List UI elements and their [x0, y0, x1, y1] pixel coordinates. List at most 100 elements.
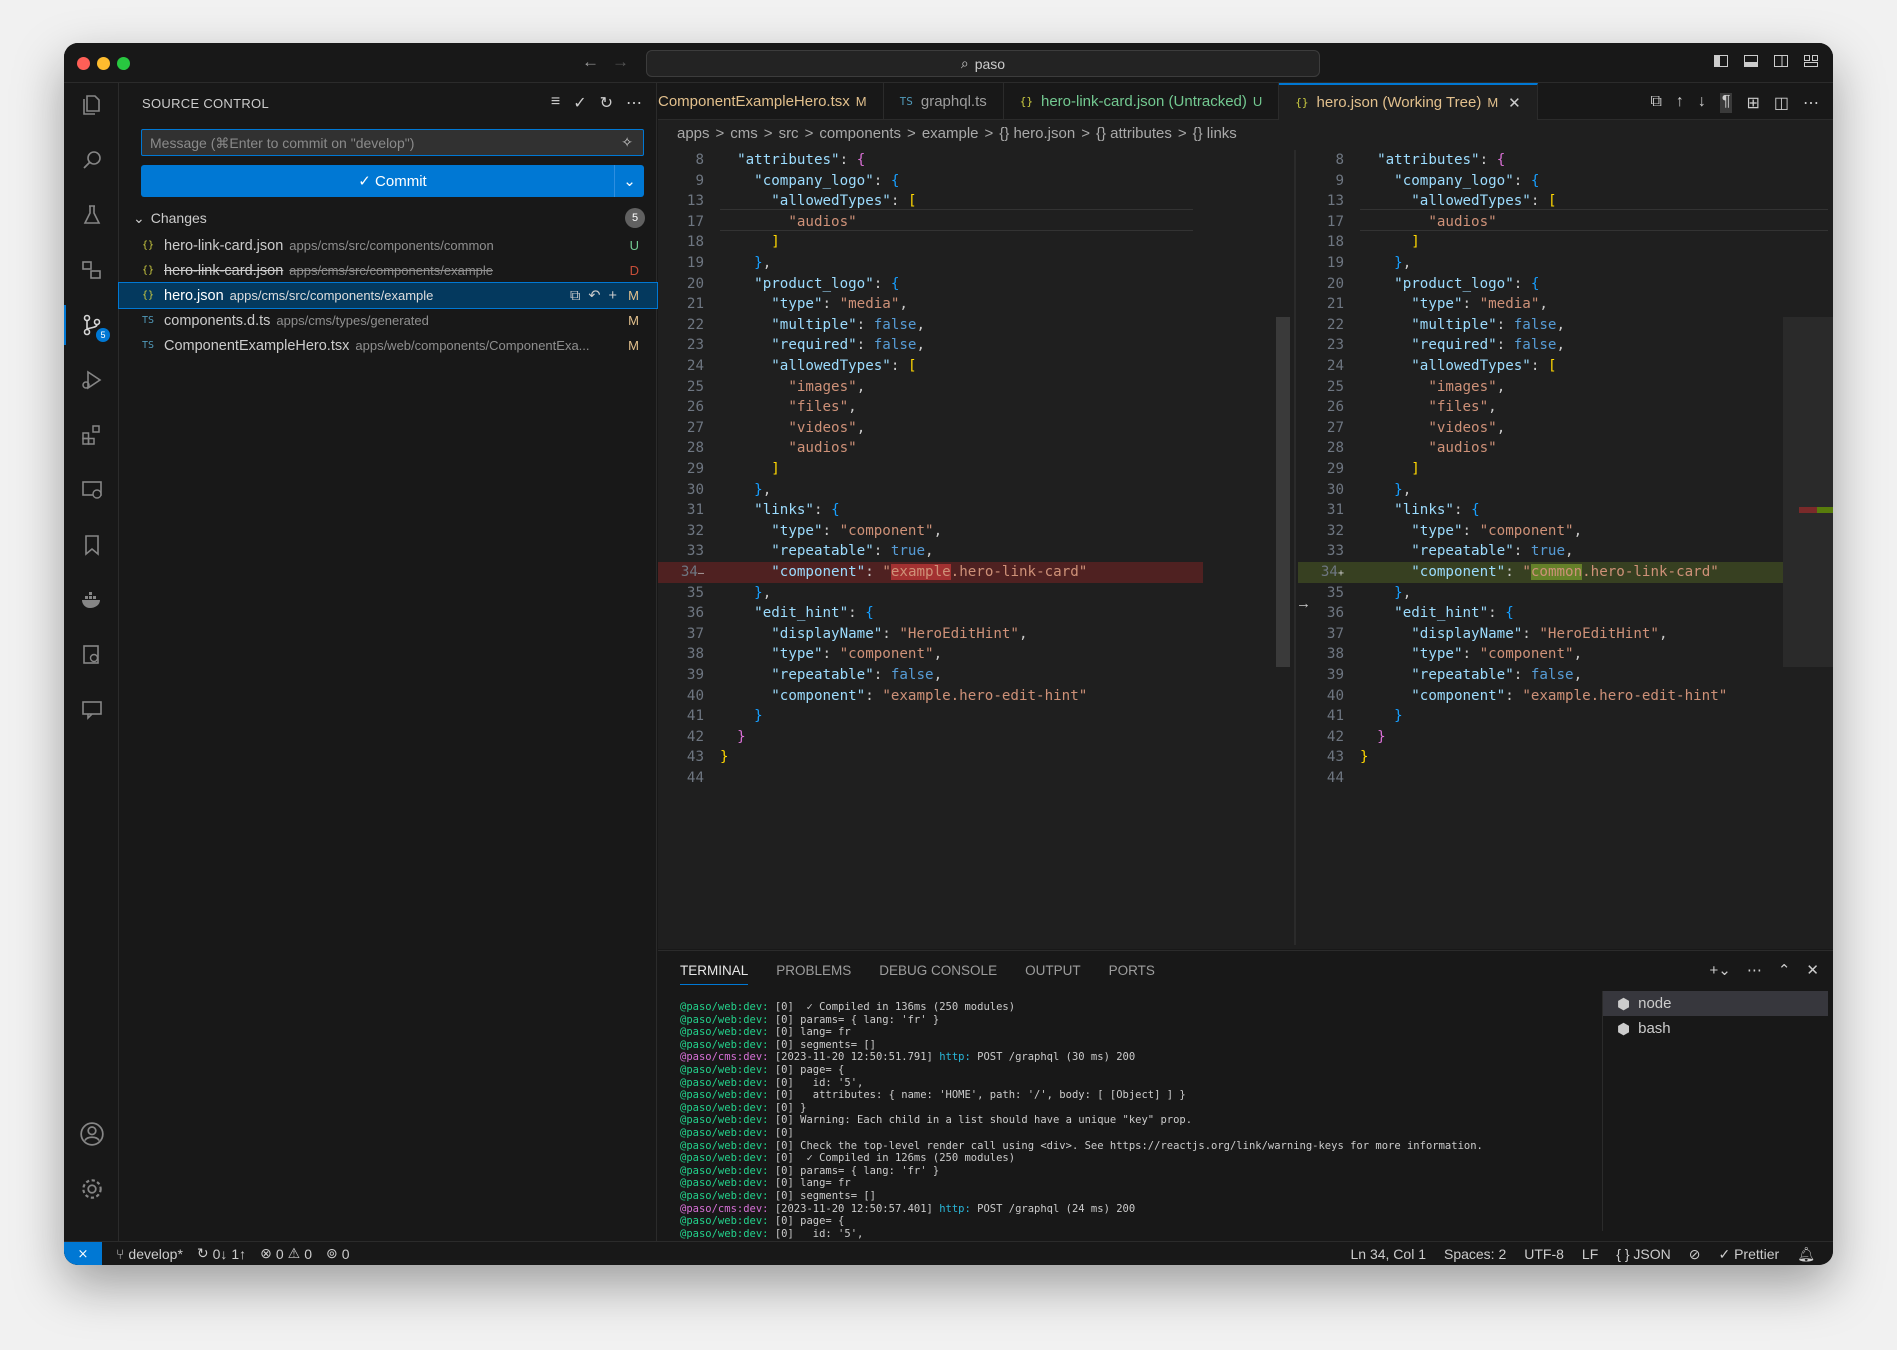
code-line[interactable]: 24 "allowedTypes": [	[1298, 356, 1833, 377]
testing-flask-icon[interactable]	[78, 201, 106, 229]
code-line[interactable]: 9 "company_logo": {	[658, 171, 1203, 192]
next-change-icon[interactable]: ↓	[1698, 93, 1706, 113]
code-line[interactable]: 22 "multiple": false,	[1298, 315, 1833, 336]
tab-debug-console[interactable]: DEBUG CONSOLE	[879, 963, 997, 985]
minimize-window-button[interactable]	[97, 57, 110, 70]
code-line[interactable]: 38 "type": "component",	[658, 644, 1203, 665]
code-line[interactable]: 39 "repeatable": false,	[1298, 665, 1833, 686]
code-line[interactable]: 36 "edit_hint": {	[1298, 603, 1833, 624]
code-line[interactable]: 38 "type": "component",	[1298, 644, 1833, 665]
code-line[interactable]: 26 "files",	[1298, 397, 1833, 418]
settings-gear-icon[interactable]	[78, 1175, 106, 1203]
comments-icon[interactable]	[78, 696, 106, 724]
split-editor-icon[interactable]: ◫	[1774, 93, 1789, 113]
forward-arrow-icon[interactable]: →	[612, 52, 629, 72]
search-icon[interactable]	[78, 146, 106, 174]
problems-indicator[interactable]: ⊗ 0 ⚠ 0	[260, 1245, 312, 1262]
extensions-icon[interactable]	[78, 421, 106, 449]
toggle-secondary-sidebar-icon[interactable]	[1773, 53, 1789, 69]
code-line[interactable]: 21 "type": "media",	[658, 294, 1203, 315]
remote-explorer-icon[interactable]	[78, 256, 106, 284]
toggle-panel-icon[interactable]	[1743, 53, 1759, 69]
code-line[interactable]: 41 }	[658, 706, 1203, 727]
code-line[interactable]: 32 "type": "component",	[1298, 521, 1833, 542]
code-line[interactable]: 30 },	[658, 480, 1203, 501]
remote-window-icon[interactable]	[78, 476, 106, 504]
code-line[interactable]: 24 "allowedTypes": [	[658, 356, 1203, 377]
cursor-position[interactable]: Ln 34, Col 1	[1350, 1246, 1426, 1262]
code-line[interactable]: 43}	[658, 747, 1203, 768]
code-line[interactable]: 34— "component": "example.hero-link-card…	[658, 562, 1203, 583]
code-line[interactable]: 37 "displayName": "HeroEditHint",	[658, 624, 1203, 645]
code-line[interactable]: 19 },	[658, 253, 1203, 274]
close-tab-icon[interactable]: ✕	[1508, 94, 1521, 112]
list-item[interactable]: {} hero-link-card.json apps/cms/src/comp…	[119, 233, 657, 258]
back-arrow-icon[interactable]: ←	[582, 52, 599, 72]
list-item[interactable]: TS components.d.ts apps/cms/types/genera…	[119, 308, 657, 333]
code-line[interactable]: 18 ]	[658, 232, 1203, 253]
terminal-item-node[interactable]: ⬢ node	[1603, 991, 1828, 1016]
new-terminal-icon[interactable]: +⌄	[1710, 961, 1731, 979]
code-line[interactable]: 18 ]	[1298, 232, 1833, 253]
commit-message-input[interactable]: Message (⌘Enter to commit on "develop") …	[141, 129, 644, 156]
code-line[interactable]: 21 "type": "media",	[1298, 294, 1833, 315]
run-debug-icon[interactable]	[78, 366, 106, 394]
list-item[interactable]: {} hero.json apps/cms/src/components/exa…	[118, 282, 658, 309]
code-line[interactable]: 41 }	[1298, 706, 1833, 727]
encoding[interactable]: UTF-8	[1524, 1246, 1564, 1262]
view-as-list-icon[interactable]: ≡	[551, 93, 560, 113]
stage-changes-icon[interactable]: +	[609, 288, 617, 304]
code-line[interactable]: 29 ]	[1298, 459, 1833, 480]
list-item[interactable]: TS ComponentExampleHero.tsx apps/web/com…	[119, 333, 657, 358]
close-panel-icon[interactable]: ✕	[1806, 961, 1819, 979]
code-line[interactable]: 44	[658, 768, 1203, 789]
code-line[interactable]: 23 "required": false,	[658, 335, 1203, 356]
sparkle-icon[interactable]: ✧	[621, 134, 633, 151]
terminal-item-bash[interactable]: ⬢ bash	[1603, 1016, 1828, 1041]
code-line[interactable]: 40 "component": "example.hero-edit-hint"	[658, 686, 1203, 707]
maximize-window-button[interactable]	[117, 57, 130, 70]
show-whitespace-icon[interactable]: ¶	[1719, 93, 1733, 113]
changes-group-header[interactable]: ⌄ Changes 5	[133, 207, 647, 229]
previous-change-icon[interactable]: ↑	[1676, 93, 1684, 113]
code-line[interactable]: 36 "edit_hint": {	[658, 603, 1203, 624]
breadcrumb-item[interactable]: {} attributes	[1096, 125, 1172, 142]
code-line[interactable]: 20 "product_logo": {	[658, 274, 1203, 295]
code-line[interactable]: 31 "links": {	[658, 500, 1203, 521]
code-line[interactable]: 33 "repeatable": true,	[1298, 541, 1833, 562]
code-line[interactable]: 44	[1298, 768, 1833, 789]
close-window-button[interactable]	[77, 57, 90, 70]
code-line[interactable]: 39 "repeatable": false,	[658, 665, 1203, 686]
code-line[interactable]: 8 "attributes": {	[658, 150, 1203, 171]
minimap[interactable]	[1783, 317, 1833, 667]
commit-check-icon[interactable]: ✓	[573, 93, 586, 113]
open-file-icon[interactable]: ⧉	[570, 288, 580, 304]
code-line[interactable]: 25 "images",	[1298, 377, 1833, 398]
code-line[interactable]: 23 "required": false,	[1298, 335, 1833, 356]
language-mode[interactable]: { } JSON	[1616, 1246, 1670, 1262]
breadcrumb-item[interactable]: src	[779, 125, 799, 142]
code-line[interactable]: 37 "displayName": "HeroEditHint",	[1298, 624, 1833, 645]
modified-pane[interactable]: 8 "attributes": {9 "company_logo": {13 "…	[1298, 150, 1833, 945]
remote-indicator-icon[interactable]: ⨯	[64, 1241, 102, 1265]
code-line[interactable]: 22 "multiple": false,	[658, 315, 1203, 336]
list-item[interactable]: {} hero-link-card.json apps/cms/src/comp…	[119, 258, 657, 283]
breadcrumb-item[interactable]: {} hero.json	[999, 125, 1075, 142]
ports-indicator[interactable]: ⊚ 0	[326, 1245, 350, 1262]
copilot-disabled-icon[interactable]: ⊘	[1689, 1246, 1701, 1263]
tab-hero-json-working-tree[interactable]: {} hero.json (Working Tree) M ✕	[1279, 83, 1538, 120]
discard-changes-icon[interactable]: ↶	[588, 288, 600, 304]
code-line[interactable]: 31 "links": {	[1298, 500, 1833, 521]
code-line[interactable]: 20 "product_logo": {	[1298, 274, 1833, 295]
breadcrumb-item[interactable]: cms	[730, 125, 758, 142]
toggle-sidebar-icon[interactable]	[1713, 53, 1729, 69]
terminal-output[interactable]: @paso/web:dev: [0] ✓ Compiled in 136ms (…	[680, 1001, 1483, 1265]
breadcrumb-item[interactable]: apps	[677, 125, 710, 142]
commit-dropdown-chevron-icon[interactable]: ⌄	[614, 165, 644, 197]
code-line[interactable]: 42 }	[1298, 727, 1833, 748]
notifications-bell-icon[interactable]: 🔔︎	[1797, 1246, 1815, 1263]
code-line[interactable]: 32 "type": "component",	[658, 521, 1203, 542]
code-line[interactable]: 27 "videos",	[658, 418, 1203, 439]
scrollbar[interactable]	[1276, 317, 1290, 667]
breadcrumb-item[interactable]: {} links	[1193, 125, 1237, 142]
